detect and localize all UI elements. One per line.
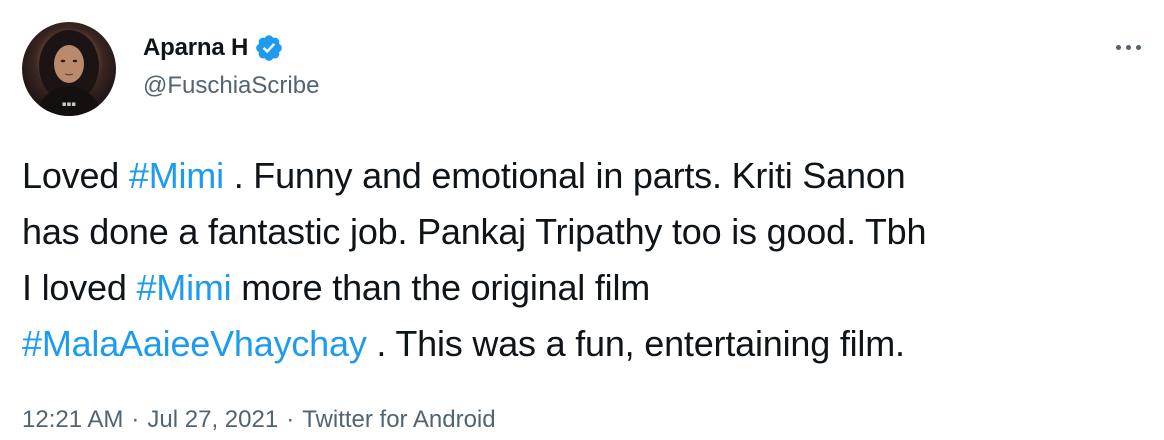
hashtag-link[interactable]: #MalaAaieeVhaychay: [22, 323, 367, 364]
verified-badge-icon: [256, 35, 282, 61]
meta-separator: ·: [286, 406, 295, 433]
tweet-text: Loved #Mimi . Funny and emotional in par…: [22, 148, 1152, 372]
hashtag-link[interactable]: #Mimi: [129, 155, 224, 196]
more-options-icon[interactable]: [1108, 32, 1148, 62]
tweet-source: Twitter for Android: [302, 406, 496, 433]
tweet-date[interactable]: Jul 27, 2021: [147, 406, 278, 433]
tweet-text-segment: I loved: [22, 267, 137, 308]
tweet-line: #MalaAaieeVhaychay . This was a fun, ent…: [22, 316, 1152, 372]
tweet-line: Loved #Mimi . Funny and emotional in par…: [22, 148, 1152, 204]
tweet-text-segment: . Funny and emotional in parts. Kriti Sa…: [223, 155, 906, 196]
more-dot: [1115, 44, 1121, 50]
tweet-line: has done a fantastic job. Pankaj Tripath…: [22, 204, 1152, 260]
tweet-line: I loved #Mimi more than the original fil…: [22, 260, 1152, 316]
tweet-meta: 12:21 AM · Jul 27, 2021 · Twitter for Androi…: [22, 406, 496, 434]
tweet-text-segment: . This was a fun, entertaining film.: [366, 323, 905, 364]
avatar-image: ▪▪▪: [36, 30, 102, 116]
svg-text:▪▪▪: ▪▪▪: [62, 100, 76, 108]
tweet-text-segment: Loved: [22, 155, 129, 196]
avatar[interactable]: ▪▪▪: [22, 22, 116, 116]
tweet-card: ▪▪▪ Aparna H @FuschiaScribe Loved #Mimi …: [0, 0, 1164, 440]
tweet-text-segment: has done a fantastic job. Pankaj Tripath…: [22, 211, 927, 252]
more-dot: [1135, 44, 1141, 50]
author-handle[interactable]: @FuschiaScribe: [143, 72, 319, 100]
tweet-time[interactable]: 12:21 AM: [22, 406, 123, 433]
author-display-name[interactable]: Aparna H: [143, 34, 248, 62]
author-name-row: Aparna H: [143, 32, 284, 64]
meta-separator: ·: [131, 406, 140, 433]
tweet-text-segment: more than the original film: [231, 267, 651, 308]
hashtag-link[interactable]: #Mimi: [136, 267, 231, 308]
more-dot: [1125, 44, 1131, 50]
